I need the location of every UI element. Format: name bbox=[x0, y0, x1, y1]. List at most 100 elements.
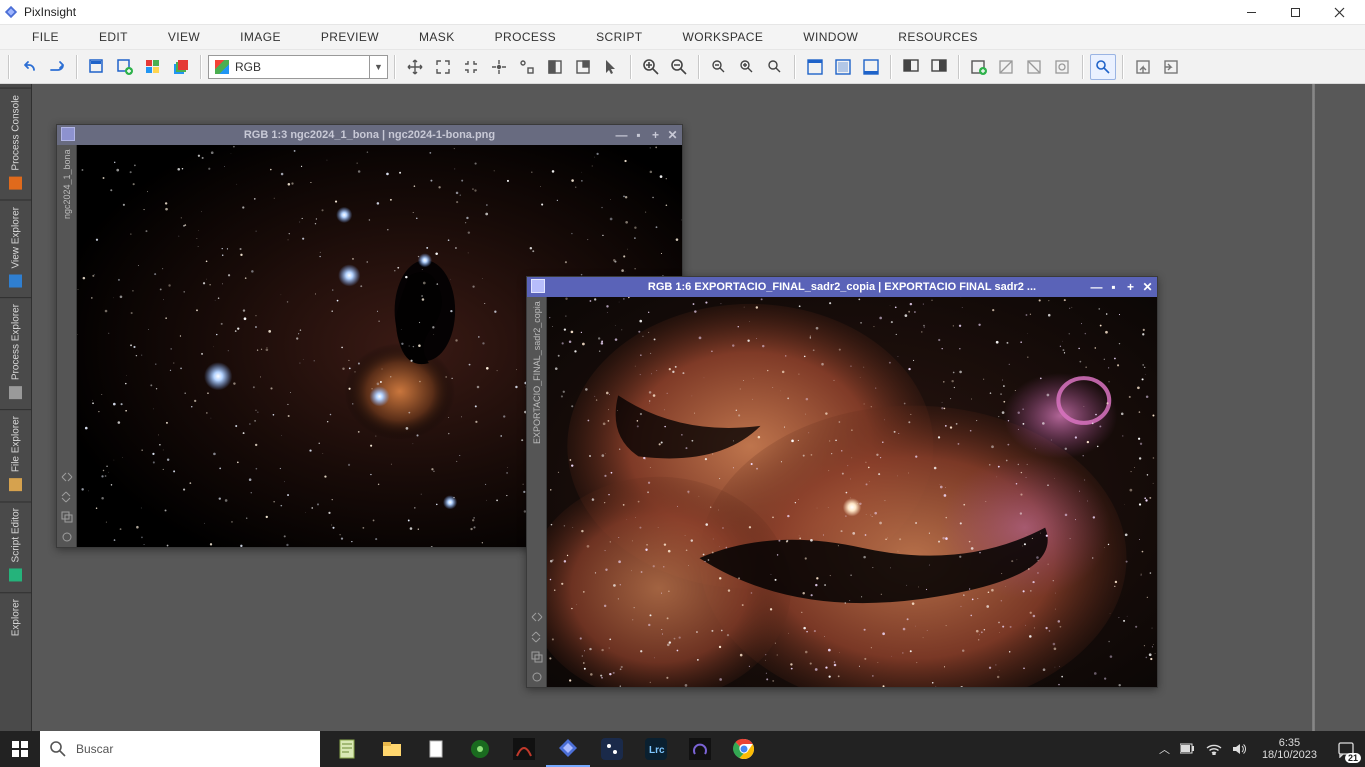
fit-inside-button[interactable] bbox=[458, 54, 484, 80]
screen-a-button[interactable] bbox=[898, 54, 924, 80]
workspace[interactable]: Process Console View Explorer Process Ex… bbox=[0, 84, 1365, 731]
menu-script[interactable]: SCRIPT bbox=[576, 25, 662, 49]
menu-process[interactable]: PROCESS bbox=[475, 25, 576, 49]
win-minimize-icon[interactable]: — bbox=[614, 128, 629, 143]
taskbar-app1-icon[interactable] bbox=[458, 731, 502, 767]
dock-process-explorer[interactable]: Process Explorer bbox=[0, 297, 32, 409]
copy-icon[interactable] bbox=[531, 651, 543, 663]
menu-workspace[interactable]: WORKSPACE bbox=[663, 25, 784, 49]
channel-stack-button[interactable] bbox=[168, 54, 194, 80]
zoom-actual-button[interactable] bbox=[734, 54, 760, 80]
cursor-button[interactable] bbox=[598, 54, 624, 80]
collapse-icon[interactable] bbox=[61, 471, 73, 483]
channel-selector[interactable]: RGB ▼ bbox=[208, 55, 388, 79]
export-a-button[interactable] bbox=[1130, 54, 1156, 80]
taskbar-lightroom-icon[interactable]: Lrc bbox=[634, 731, 678, 767]
mask-a-button[interactable] bbox=[802, 54, 828, 80]
menu-mask[interactable]: MASK bbox=[399, 25, 475, 49]
collapse-icon[interactable] bbox=[531, 611, 543, 623]
copy-icon[interactable] bbox=[61, 511, 73, 523]
taskbar-date: 18/10/2023 bbox=[1262, 749, 1317, 761]
dock-script-editor[interactable]: Script Editor bbox=[0, 501, 32, 591]
image-window-titlebar[interactable]: RGB 1:6 EXPORTACIO_FINAL_sadr2_copia | E… bbox=[527, 277, 1157, 297]
taskbar-explorer-icon[interactable] bbox=[370, 731, 414, 767]
win-maximize-icon[interactable]: + bbox=[1123, 280, 1138, 295]
taskbar-chrome-icon[interactable] bbox=[722, 731, 766, 767]
taskbar-app2-icon[interactable] bbox=[502, 731, 546, 767]
win-close-icon[interactable]: ✕ bbox=[665, 128, 680, 143]
menu-preview[interactable]: PREVIEW bbox=[301, 25, 399, 49]
win-maximize-icon[interactable]: + bbox=[648, 128, 663, 143]
image-window-titlebar[interactable]: RGB 1:3 ngc2024_1_bona | ngc2024-1-bona.… bbox=[57, 125, 682, 145]
expand-icon[interactable] bbox=[531, 631, 543, 643]
expand-icon[interactable] bbox=[61, 491, 73, 503]
taskbar-notepad-icon[interactable] bbox=[326, 731, 370, 767]
dock-process-console[interactable]: Process Console bbox=[0, 88, 32, 200]
menu-file[interactable]: FILE bbox=[12, 25, 79, 49]
pointer-tool-button[interactable] bbox=[514, 54, 540, 80]
redo-button[interactable] bbox=[44, 54, 70, 80]
image-viewport[interactable] bbox=[547, 297, 1157, 687]
fit-window-button[interactable] bbox=[430, 54, 456, 80]
start-button[interactable] bbox=[0, 731, 40, 767]
win-minimize-icon[interactable]: — bbox=[1089, 280, 1104, 295]
menu-image[interactable]: IMAGE bbox=[220, 25, 301, 49]
window-maximize-button[interactable] bbox=[1273, 0, 1317, 24]
new-image-button[interactable] bbox=[84, 54, 110, 80]
mask-c-button[interactable] bbox=[858, 54, 884, 80]
taskbar-clock[interactable]: 6:35 18/10/2023 bbox=[1256, 737, 1323, 761]
battery-icon[interactable] bbox=[1180, 743, 1196, 755]
zoom-in-small-button[interactable] bbox=[706, 54, 732, 80]
tray-chevron-icon[interactable]: ︿ bbox=[1159, 741, 1170, 757]
target-icon[interactable] bbox=[531, 671, 543, 683]
win-shade-icon[interactable]: ▪ bbox=[1106, 280, 1121, 295]
new-image-plus-button[interactable] bbox=[112, 54, 138, 80]
screen-b-button[interactable] bbox=[926, 54, 952, 80]
taskbar-pixinsight-icon[interactable] bbox=[546, 731, 590, 767]
menu-resources[interactable]: RESOURCES bbox=[878, 25, 998, 49]
mask-b-button[interactable] bbox=[830, 54, 856, 80]
export-b-button[interactable] bbox=[1158, 54, 1184, 80]
zoom-fit-button[interactable] bbox=[762, 54, 788, 80]
script-icon bbox=[10, 569, 23, 582]
menu-edit[interactable]: EDIT bbox=[79, 25, 148, 49]
process-g3-button[interactable] bbox=[1050, 54, 1076, 80]
window-close-button[interactable] bbox=[1317, 0, 1361, 24]
notifications-button[interactable]: 21 bbox=[1333, 736, 1359, 762]
image-window-sadr2[interactable]: RGB 1:6 EXPORTACIO_FINAL_sadr2_copia | E… bbox=[526, 276, 1158, 688]
corner-view-button[interactable] bbox=[570, 54, 596, 80]
zoom-in-button[interactable] bbox=[638, 54, 664, 80]
system-tray: ︿ 6:35 18/10/2023 21 bbox=[1153, 736, 1365, 762]
process-add-button[interactable] bbox=[966, 54, 992, 80]
process-g1-button[interactable] bbox=[994, 54, 1020, 80]
target-icon[interactable] bbox=[61, 531, 73, 543]
win-shade-icon[interactable]: ▪ bbox=[631, 128, 646, 143]
find-button[interactable] bbox=[1090, 54, 1116, 80]
undo-button[interactable] bbox=[16, 54, 42, 80]
win-close-icon[interactable]: ✕ bbox=[1140, 280, 1155, 295]
image-id-label: ngc2024_1_bona bbox=[62, 149, 72, 463]
dock-file-explorer[interactable]: File Explorer bbox=[0, 409, 32, 501]
dock-explorer[interactable]: Explorer bbox=[0, 592, 32, 646]
channel-grid-button[interactable] bbox=[140, 54, 166, 80]
chevron-down-icon: ▼ bbox=[369, 56, 387, 78]
taskbar-search[interactable]: Buscar bbox=[40, 731, 320, 767]
svg-text:Lrc: Lrc bbox=[649, 745, 665, 756]
right-panel-handle[interactable] bbox=[1312, 84, 1315, 731]
taskbar-app4-icon[interactable] bbox=[678, 731, 722, 767]
zoom-out-button[interactable] bbox=[666, 54, 692, 80]
taskbar-time: 6:35 bbox=[1262, 737, 1317, 749]
menu-view[interactable]: VIEW bbox=[148, 25, 220, 49]
volume-icon[interactable] bbox=[1232, 742, 1246, 756]
app-title: PixInsight bbox=[24, 5, 76, 19]
process-g2-button[interactable] bbox=[1022, 54, 1048, 80]
wifi-icon[interactable] bbox=[1206, 743, 1222, 755]
half-view-button[interactable] bbox=[542, 54, 568, 80]
move-tool-button[interactable] bbox=[402, 54, 428, 80]
taskbar-app3-icon[interactable] bbox=[590, 731, 634, 767]
menu-window[interactable]: WINDOW bbox=[783, 25, 878, 49]
window-minimize-button[interactable] bbox=[1229, 0, 1273, 24]
taskbar-document-icon[interactable] bbox=[414, 731, 458, 767]
center-tool-button[interactable] bbox=[486, 54, 512, 80]
dock-view-explorer[interactable]: View Explorer bbox=[0, 200, 32, 298]
